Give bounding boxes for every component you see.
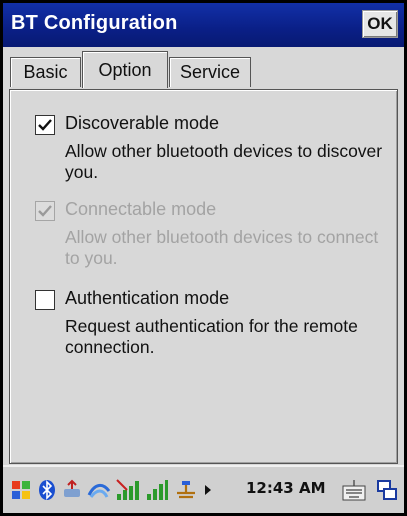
authentication-checkbox[interactable] (35, 290, 55, 310)
connection-icon[interactable] (173, 477, 199, 503)
signal-strength-icon[interactable] (145, 477, 169, 503)
signal-bars-icon[interactable] (115, 477, 141, 503)
taskbar: 12:43 AM (3, 465, 404, 513)
tab-basic[interactable]: Basic (10, 57, 81, 87)
usb-icon[interactable] (61, 477, 83, 503)
discoverable-description: Allow other bluetooth devices to discove… (65, 141, 383, 182)
authentication-option: Authentication mode Request authenticati… (35, 288, 385, 360)
windows-switch-icon[interactable] (375, 477, 399, 503)
connectable-description: Allow other bluetooth devices to connect… (65, 227, 379, 268)
clock[interactable]: 12:43 AM (246, 479, 326, 497)
authentication-label[interactable]: Authentication mode (65, 288, 229, 309)
discoverable-option: Discoverable mode Allow other bluetooth … (35, 113, 385, 185)
checkmark-icon (38, 119, 52, 131)
tab-strip: Basic Option Service (3, 51, 404, 91)
window-title: BT Configuration (11, 12, 178, 34)
ok-button[interactable]: OK (362, 10, 398, 38)
start-flag-icon[interactable] (9, 477, 33, 503)
connectable-checkbox (35, 201, 55, 221)
tab-service[interactable]: Service (169, 57, 251, 87)
discoverable-checkbox[interactable] (35, 115, 55, 135)
arrow-right-icon[interactable] (202, 477, 214, 503)
bluetooth-icon[interactable] (37, 477, 57, 503)
keyboard-icon[interactable] (340, 477, 368, 503)
authentication-description: Request authentication for the remote co… (65, 316, 358, 357)
sync-icon[interactable] (87, 477, 111, 503)
title-bar: BT Configuration OK (3, 3, 404, 47)
checkmark-icon (38, 205, 52, 217)
discoverable-label[interactable]: Discoverable mode (65, 113, 219, 134)
connectable-label: Connectable mode (65, 199, 217, 219)
tab-option[interactable]: Option (82, 51, 168, 88)
app-window: BT Configuration OK Basic Option Service… (3, 3, 404, 513)
connectable-option: Connectable mode Allow other bluetooth d… (35, 199, 385, 271)
